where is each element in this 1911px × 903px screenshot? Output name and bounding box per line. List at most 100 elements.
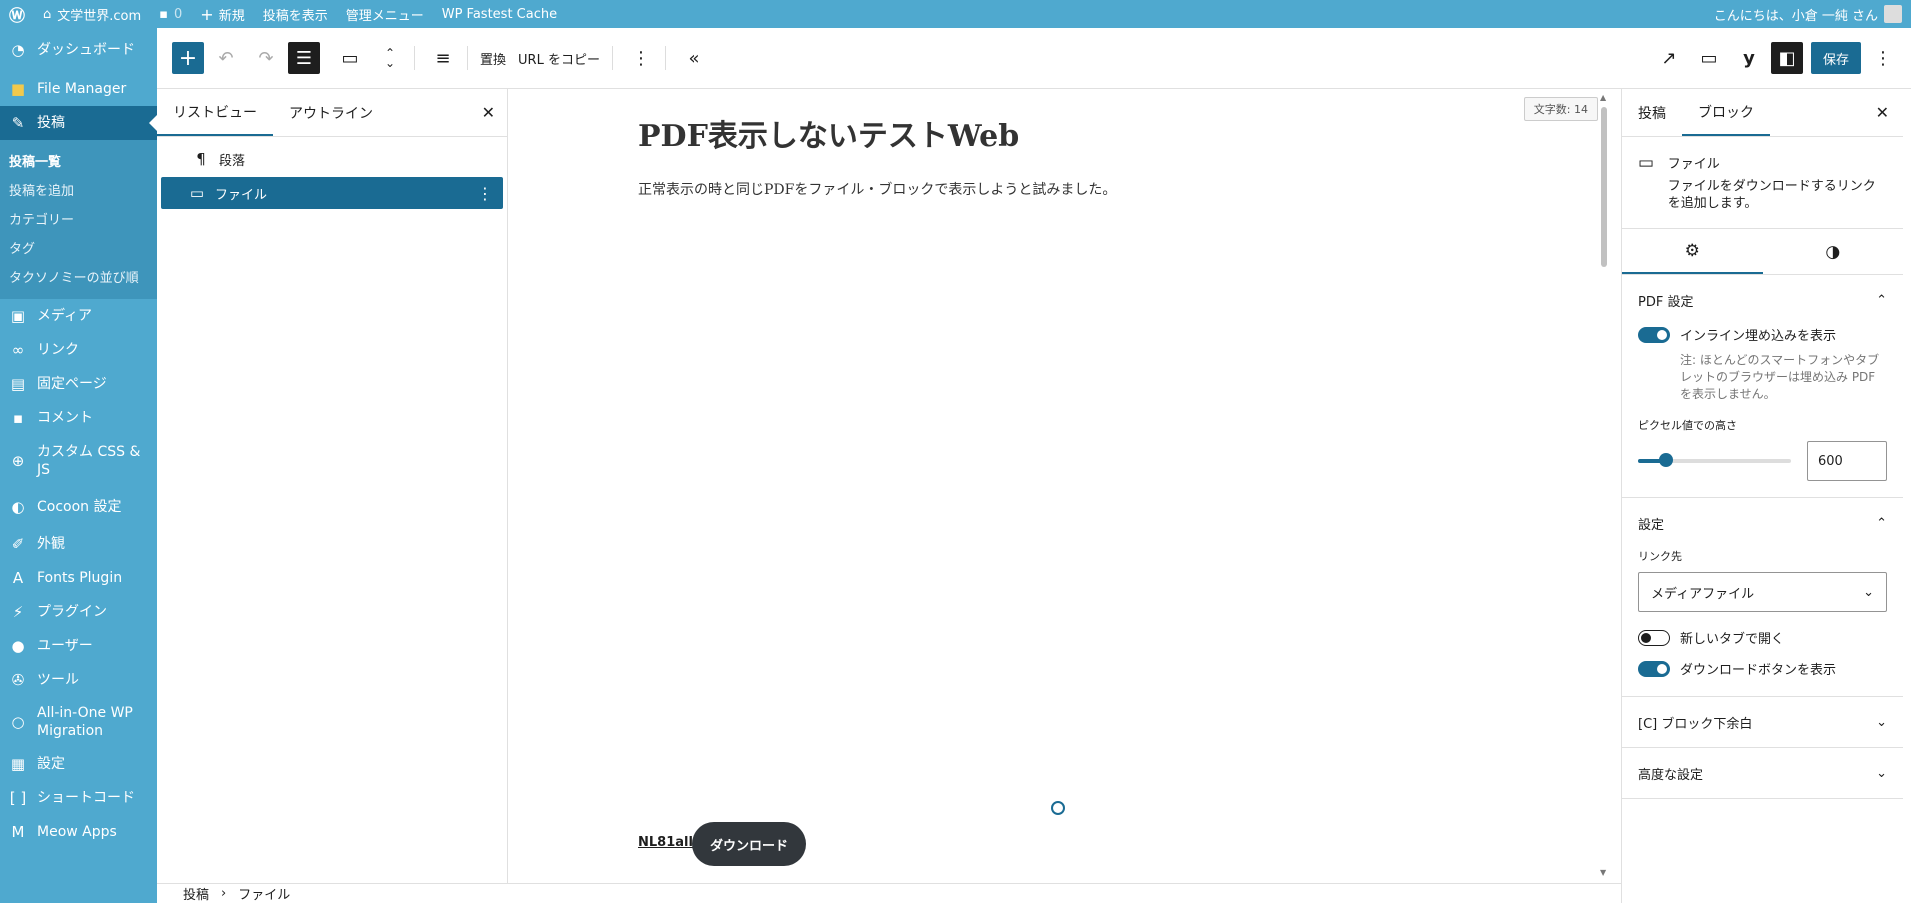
submenu-taxonomy-order[interactable]: タクソノミーの並び順: [0, 262, 157, 291]
menu-meow-apps[interactable]: M Meow Apps: [0, 815, 157, 849]
menu-custom-css[interactable]: ⊕ カスタム CSS & JS: [0, 435, 157, 487]
redo-button[interactable]: ↷: [248, 40, 284, 76]
undo-button[interactable]: ↶: [208, 40, 244, 76]
list-view-button[interactable]: ☰: [288, 42, 320, 74]
menu-appearance[interactable]: ✐ 外観: [0, 527, 157, 561]
brackets-icon: [ ]: [9, 789, 27, 807]
download-button[interactable]: ダウンロード: [692, 822, 807, 866]
submenu-categories[interactable]: カテゴリー: [0, 204, 157, 233]
chevron-right-icon: ›: [221, 886, 227, 901]
menu-tools[interactable]: ✇ ツール: [0, 663, 157, 697]
save-button[interactable]: 保存: [1810, 42, 1861, 74]
menu-comments[interactable]: ▪ コメント: [0, 401, 157, 435]
settings-sidebar-toggle-icon[interactable]: ◧: [1770, 42, 1803, 74]
paragraph-block[interactable]: 正常表示の時と同じPDFをファイル・ブロックで表示しようと試みました。: [638, 179, 1116, 199]
link-to-label: リンク先: [1638, 550, 1682, 563]
canvas-scrollbar[interactable]: ▲ ▼: [1600, 93, 1608, 877]
file-block-icon[interactable]: ▭: [332, 40, 368, 76]
new-tab-toggle[interactable]: [1638, 629, 1670, 646]
show-download-toggle-row: ダウンロードボタンを表示: [1638, 659, 1887, 678]
menu-links[interactable]: ∞ リンク: [0, 333, 157, 367]
more-options-icon[interactable]: ⋮: [623, 40, 659, 76]
admin-menu: ◔ ダッシュボード ■ File Manager ✎ 投稿 投稿一覧 投稿を追加…: [0, 28, 157, 903]
preview-device-icon[interactable]: ▭: [1691, 40, 1727, 76]
cache-link[interactable]: WP Fastest Cache: [433, 0, 566, 28]
scroll-up-icon[interactable]: ▲: [1600, 93, 1606, 102]
submenu-all-posts[interactable]: 投稿一覧: [0, 146, 157, 175]
tab-block[interactable]: ブロック: [1682, 89, 1770, 136]
link-to-select[interactable]: メディアファイル ⌄: [1638, 572, 1887, 612]
menu-media[interactable]: ▣ メディア: [0, 299, 157, 333]
list-view-panel: リストビュー アウトライン ✕ ¶ 段落 ▭ ファイル ⋮: [157, 89, 508, 883]
menu-file-manager[interactable]: ■ File Manager: [0, 72, 157, 106]
view-post-link[interactable]: 投稿を表示: [254, 0, 337, 28]
options-menu-icon[interactable]: ⋮: [1865, 40, 1901, 76]
styles-contrast-icon[interactable]: ◑: [1763, 229, 1904, 274]
chevron-up-icon: ⌃: [1876, 292, 1887, 308]
chevron-down-icon: ⌄: [1876, 714, 1887, 730]
submenu-add-post[interactable]: 投稿を追加: [0, 175, 157, 204]
menu-dashboard[interactable]: ◔ ダッシュボード: [0, 28, 157, 72]
more-options-icon[interactable]: ⋮: [477, 184, 493, 203]
advanced-header[interactable]: 高度な設定 ⌄: [1638, 748, 1887, 798]
new-content-link[interactable]: + 新規: [191, 0, 253, 28]
toolbar-divider: [414, 46, 415, 70]
block-description: ファイルをダウンロードするリンクを追加します。: [1667, 179, 1876, 211]
settings-header[interactable]: 設定 ⌃: [1638, 498, 1887, 548]
admin-menu-link[interactable]: 管理メニュー: [337, 0, 433, 28]
submenu-tags[interactable]: タグ: [0, 233, 157, 262]
migration-icon: ○: [11, 713, 25, 731]
height-input[interactable]: 600: [1807, 441, 1887, 481]
breadcrumb-item-post[interactable]: 投稿: [183, 884, 209, 903]
comments-link[interactable]: ▪ 0: [150, 0, 191, 28]
height-slider-thumb[interactable]: [1658, 453, 1673, 467]
tab-outline[interactable]: アウトライン: [273, 89, 389, 136]
height-slider[interactable]: [1638, 453, 1791, 467]
settings-gear-icon[interactable]: ⚙: [1622, 229, 1763, 274]
pdf-settings-header[interactable]: PDF 設定 ⌃: [1638, 275, 1887, 325]
menu-plugins[interactable]: ⚡ プラグイン: [0, 595, 157, 629]
block-inserter-button[interactable]: +: [172, 42, 204, 74]
tab-list-view[interactable]: リストビュー: [157, 89, 273, 136]
inline-embed-note: 注: ほとんどのスマートフォンやタブレットのブラウザーは埋め込み PDF を表示…: [1680, 353, 1880, 401]
breadcrumb-item-file[interactable]: ファイル: [238, 884, 290, 903]
advanced-panel: 高度な設定 ⌄: [1622, 748, 1903, 799]
menu-pages[interactable]: ▤ 固定ページ: [0, 367, 157, 401]
collapse-toolbar-icon[interactable]: «: [676, 40, 712, 76]
post-title[interactable]: PDF表示しないテストWeb: [638, 111, 1019, 155]
align-icon[interactable]: ≡: [425, 40, 461, 76]
plus-circle-icon: ⊕: [11, 452, 25, 470]
dashboard-icon: ◔: [11, 41, 25, 59]
site-name-link[interactable]: ⌂ 文学世界.com: [34, 0, 150, 28]
replace-button[interactable]: 置換: [480, 49, 506, 68]
menu-shortcode[interactable]: [ ] ショートコード: [0, 781, 157, 815]
comment-icon: ▪: [12, 409, 24, 427]
block-margin-header[interactable]: [C] ブロック下余白 ⌄: [1638, 697, 1887, 747]
scroll-thumb[interactable]: [1601, 107, 1607, 267]
list-item-file[interactable]: ▭ ファイル ⋮: [161, 177, 503, 209]
file-name-link[interactable]: NL81all: [638, 835, 693, 850]
account-menu[interactable]: こんにちは、小倉 一純 さん: [1705, 0, 1911, 28]
tab-post[interactable]: 投稿: [1622, 89, 1682, 136]
show-download-toggle[interactable]: [1638, 660, 1670, 677]
menu-users[interactable]: ● ユーザー: [0, 629, 157, 663]
block-title: ファイル: [1667, 157, 1720, 172]
menu-aio-migration[interactable]: ○ All-in-One WP Migration: [0, 697, 157, 747]
external-link-icon[interactable]: ↗: [1651, 40, 1687, 76]
close-icon[interactable]: ✕: [1876, 103, 1889, 122]
scroll-down-icon[interactable]: ▼: [1600, 868, 1606, 877]
wordpress-logo-icon[interactable]: Ⓦ: [0, 0, 34, 28]
avatar: [1884, 5, 1902, 23]
copy-url-button[interactable]: URL をコピー: [518, 49, 600, 68]
yoast-icon[interactable]: y: [1731, 40, 1767, 76]
home-icon: ⌂: [43, 6, 52, 22]
menu-posts[interactable]: ✎ 投稿: [0, 106, 157, 140]
close-icon[interactable]: ✕: [482, 103, 495, 122]
menu-settings[interactable]: ▦ 設定: [0, 747, 157, 781]
inline-embed-toggle[interactable]: [1638, 326, 1670, 343]
menu-cocoon[interactable]: ◐ Cocoon 設定: [0, 487, 157, 527]
list-item-paragraph[interactable]: ¶ 段落: [161, 143, 503, 175]
settings-sidebar: 投稿 ブロック ✕ ▭ ファイル ファイルをダウンロードするリンクを追加します。…: [1621, 89, 1903, 903]
menu-fonts[interactable]: A Fonts Plugin: [0, 561, 157, 595]
move-up-down-icon[interactable]: ⌃ ⌄: [372, 40, 408, 76]
